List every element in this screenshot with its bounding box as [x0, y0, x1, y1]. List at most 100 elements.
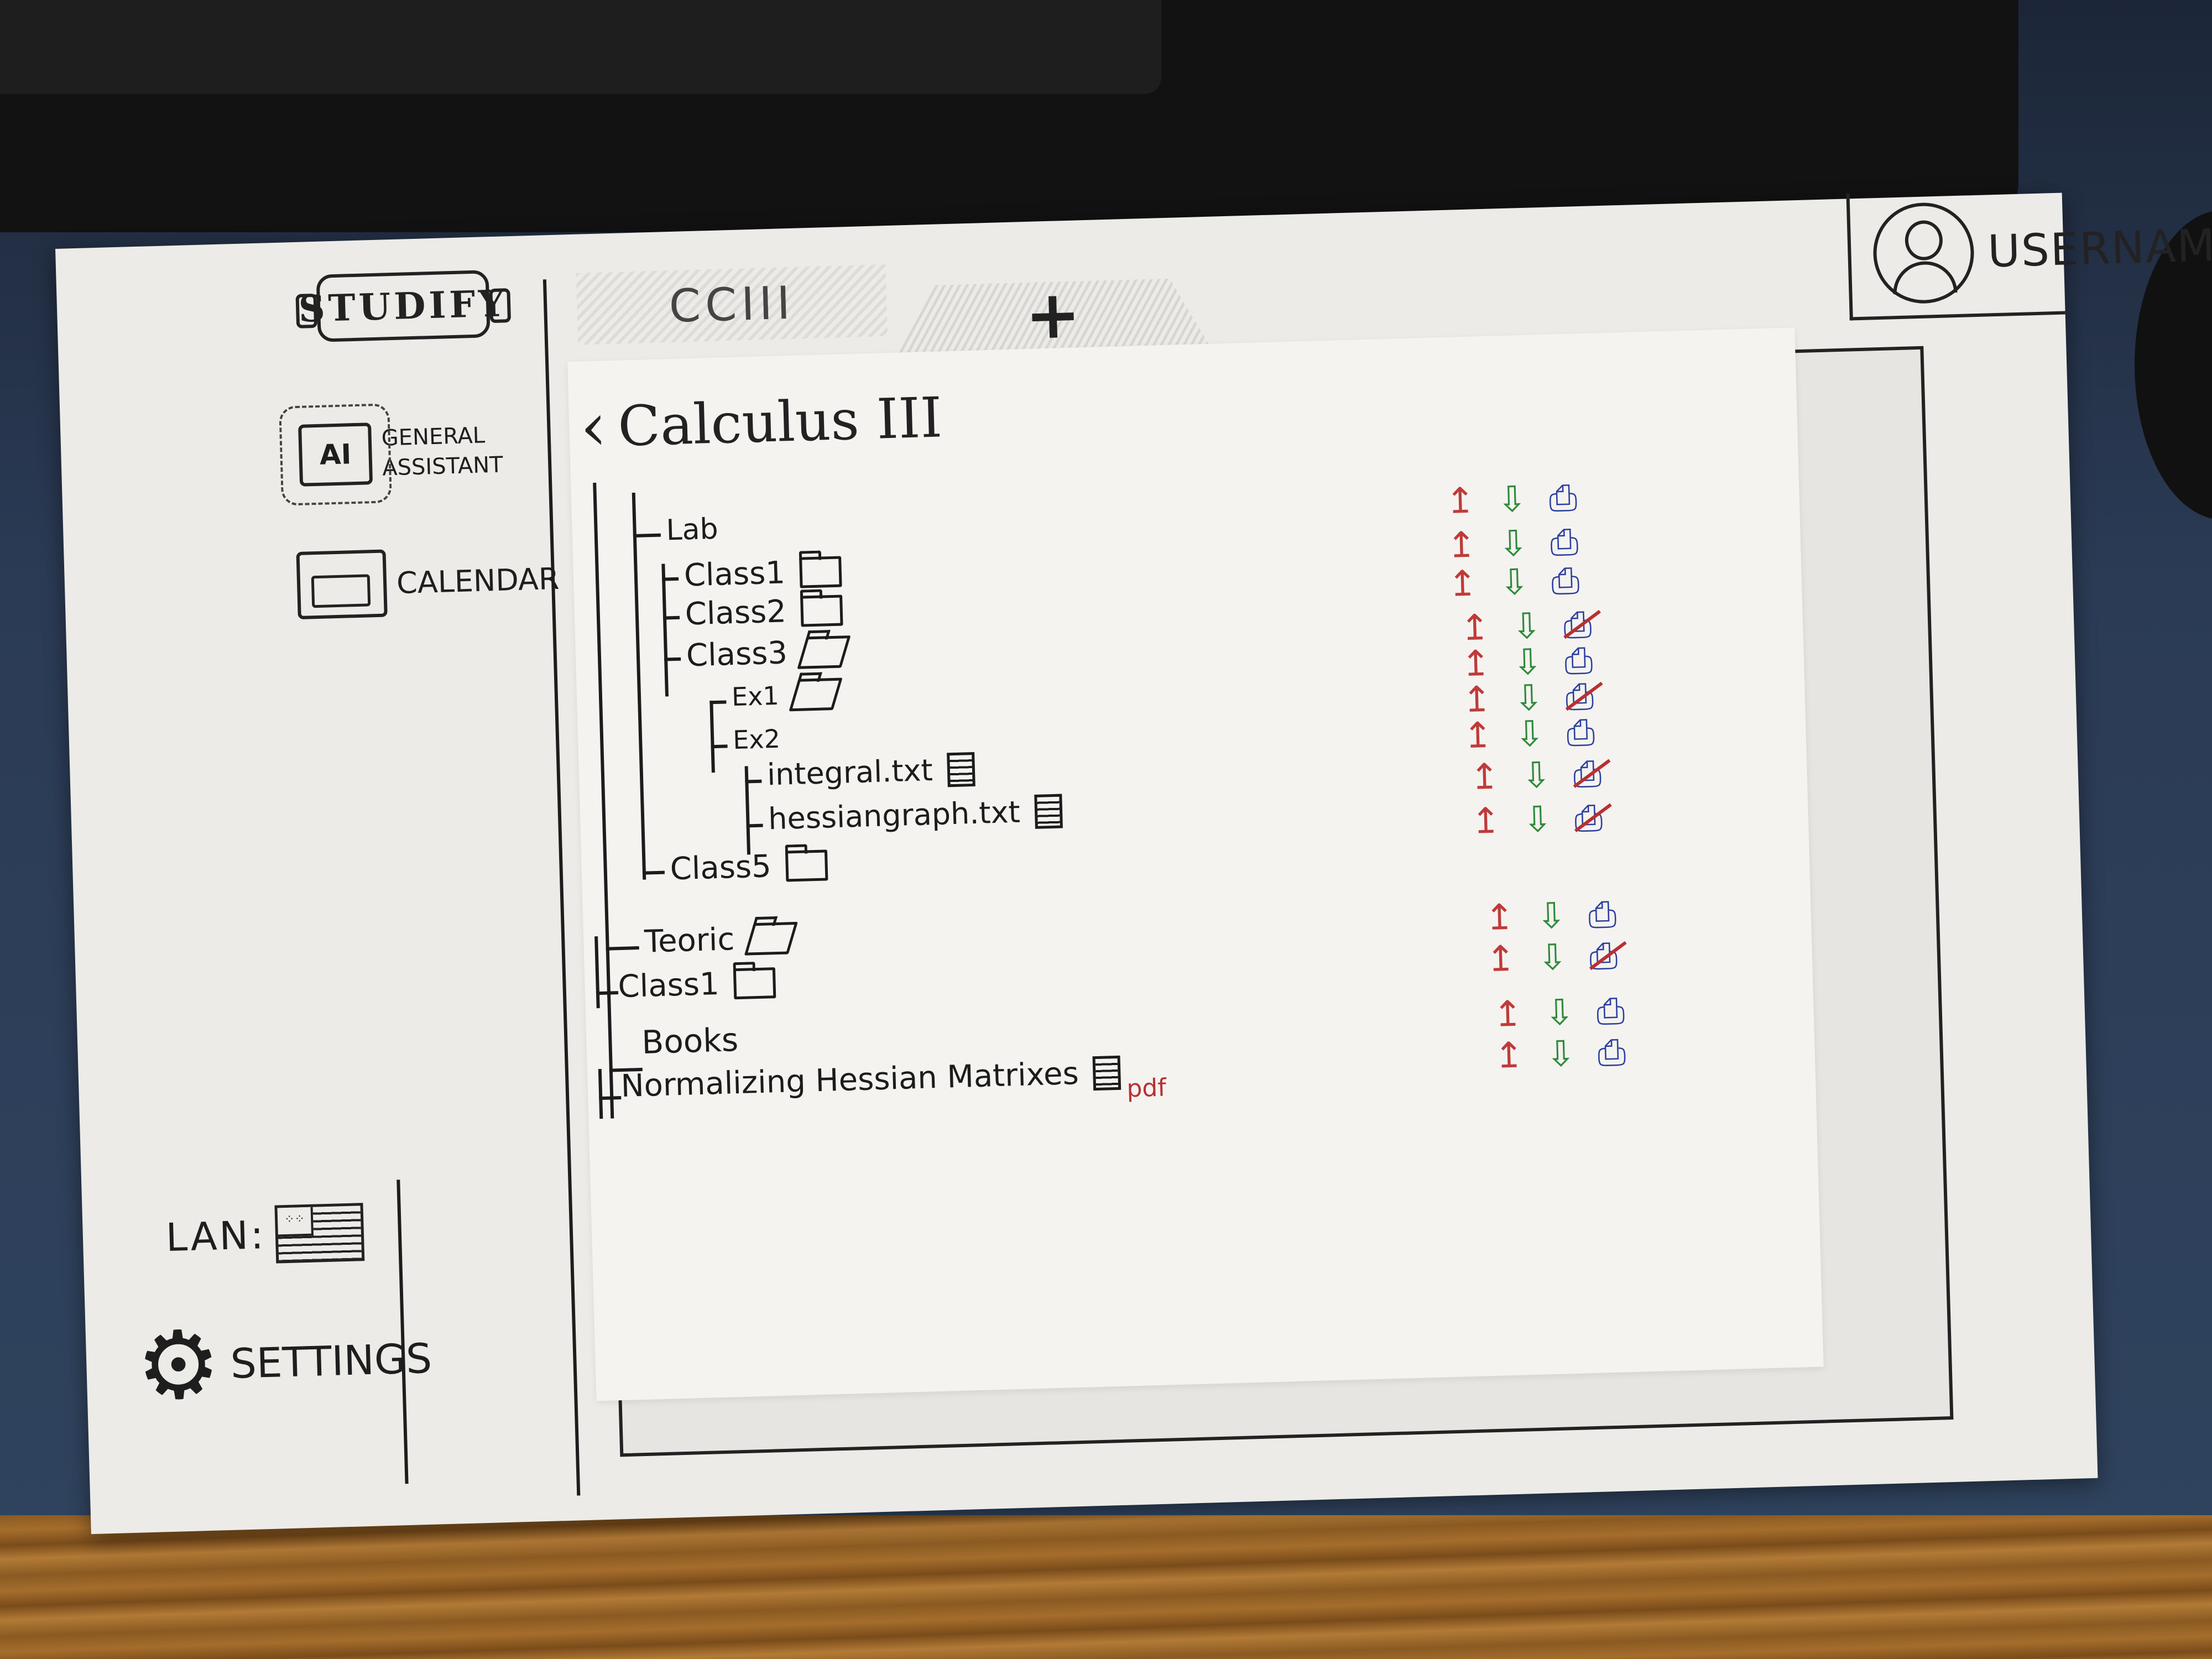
tree-item-label: Ex1 — [731, 680, 780, 712]
tree-folder-lab-class1[interactable]: Class1 — [684, 554, 842, 593]
folder-icon — [800, 594, 843, 627]
upload-icon[interactable]: ↥ — [1494, 1035, 1525, 1076]
upload-icon[interactable]: ↥ — [1462, 679, 1493, 721]
tree-folder-lab[interactable]: Lab — [666, 513, 718, 547]
add-tab-button[interactable]: + — [897, 278, 1208, 353]
download-icon[interactable]: ⇩ — [1544, 992, 1575, 1034]
tree-file-integral[interactable]: integral.txt — [766, 752, 975, 792]
share-icon[interactable]: ⎙ — [1596, 990, 1625, 1032]
tree-folder-ex1[interactable]: Ex1 — [731, 677, 843, 713]
tree-branch — [606, 946, 639, 951]
tree-folder-teoric[interactable]: Teoric — [644, 920, 798, 960]
upload-icon[interactable]: ↥ — [1493, 993, 1524, 1035]
download-icon[interactable]: ⇩ — [1514, 713, 1545, 755]
row-actions: ↥ ⇩ ⎙ — [1494, 1032, 1626, 1077]
share-disabled-icon[interactable]: ⎙ — [1563, 604, 1592, 646]
sidebar-item-general-assistant[interactable]: AI GENERAL ASSISTANT — [298, 419, 503, 487]
username-label: USERNAME — [1987, 218, 2212, 277]
row-actions: ↥ ⇩ ⎙ — [1484, 894, 1617, 939]
tab-cciii[interactable]: CCIII — [576, 264, 888, 345]
tree-branch — [664, 657, 681, 661]
folder-icon — [733, 967, 776, 999]
share-disabled-icon[interactable]: ⎙ — [1574, 797, 1603, 839]
tree-lab-classes-line — [661, 564, 669, 697]
file-extension-tag: pdf — [1126, 1073, 1167, 1103]
tree-item-label: Books — [641, 1021, 739, 1061]
download-icon[interactable]: ⇩ — [1545, 1034, 1576, 1075]
general-assistant-label: GENERAL ASSISTANT — [381, 420, 503, 483]
tree-folder-teoric-class1[interactable]: Class1 — [618, 964, 776, 1005]
tree-file-hessiangraph[interactable]: hessiangraph.txt — [768, 794, 1063, 836]
settings-label: SETTINGS — [229, 1334, 433, 1388]
language-label: LAN: — [165, 1212, 267, 1260]
row-actions: ↥ ⇩ ⎙ — [1469, 753, 1602, 798]
tree-file-book[interactable]: Normalizing Hessian Matrixes pdf — [620, 1053, 1166, 1104]
share-icon[interactable]: ⎙ — [1597, 1032, 1626, 1073]
download-icon[interactable]: ⇩ — [1537, 937, 1568, 978]
tree-item-label: Lab — [665, 512, 719, 547]
row-actions: ↥ ⇩ ⎙ — [1493, 990, 1625, 1035]
download-icon[interactable]: ⇩ — [1522, 799, 1553, 841]
ai-badge-text: AI — [319, 438, 352, 471]
tree-folder-books[interactable]: Books — [641, 1021, 739, 1061]
upload-icon[interactable]: ↥ — [1446, 524, 1477, 566]
tree-branch — [599, 1096, 622, 1100]
tree-class3-line — [709, 701, 715, 773]
tree-folder-lab-class3[interactable]: Class3 — [686, 633, 851, 674]
row-actions: ↥ ⇩ ⎙ — [1446, 521, 1579, 566]
tree-item-label: Normalizing Hessian Matrixes — [620, 1055, 1079, 1105]
share-disabled-icon[interactable]: ⎙ — [1573, 753, 1602, 795]
tree-item-label: Ex2 — [732, 723, 781, 755]
language-selector[interactable]: LAN: — [165, 1203, 365, 1266]
user-profile[interactable]: USERNAME — [1846, 187, 2212, 321]
tree-folder-lab-class5[interactable]: Class5 — [670, 847, 828, 887]
upload-icon[interactable]: ↥ — [1463, 715, 1494, 757]
sidebar-item-settings[interactable]: ⚙ SETTINGS — [135, 1310, 433, 1421]
app-logo[interactable]: STUDIFY — [298, 270, 508, 342]
tree-branch — [745, 779, 762, 784]
download-icon[interactable]: ⇩ — [1513, 677, 1544, 719]
laptop-screen — [0, 0, 1161, 94]
upload-icon[interactable]: ↥ — [1469, 756, 1500, 797]
share-icon[interactable]: ⎙ — [1566, 712, 1595, 754]
download-icon[interactable]: ⇩ — [1536, 895, 1567, 937]
row-actions: ↥ ⇩ ⎙ — [1447, 560, 1580, 605]
back-chevron-icon[interactable]: ‹ — [579, 388, 608, 466]
tree-folder-ex2[interactable]: Ex2 — [733, 724, 781, 755]
tree-lab-line — [632, 492, 646, 880]
share-disabled-icon[interactable]: ⎙ — [1589, 936, 1618, 977]
tree-folder-lab-class2[interactable]: Class2 — [685, 592, 843, 632]
share-disabled-icon[interactable]: ⎙ — [1565, 676, 1594, 718]
download-icon[interactable]: ⇩ — [1496, 479, 1527, 520]
tree-branch — [711, 744, 728, 749]
page-title: Calculus III — [617, 385, 943, 459]
upload-icon[interactable]: ↥ — [1484, 897, 1515, 938]
share-icon[interactable]: ⎙ — [1588, 894, 1617, 936]
upload-icon[interactable]: ↥ — [1445, 481, 1476, 522]
share-icon[interactable]: ⎙ — [1564, 640, 1593, 682]
general-assistant-line2: ASSISTANT — [382, 452, 504, 481]
upload-icon[interactable]: ↥ — [1447, 563, 1478, 604]
row-actions: ↥ ⇩ ⎙ — [1485, 936, 1618, 980]
upload-icon[interactable]: ↥ — [1459, 607, 1490, 649]
tree-teoric-line — [594, 936, 600, 1009]
tree-item-label: Teoric — [644, 921, 735, 960]
content-panel: ‹ Calculus III Lab Class1 Class2 Class3 … — [567, 327, 1824, 1401]
download-icon[interactable]: ⇩ — [1498, 523, 1529, 565]
download-icon[interactable]: ⇩ — [1521, 755, 1552, 796]
upload-icon[interactable]: ↥ — [1460, 643, 1491, 685]
upload-icon[interactable]: ↥ — [1485, 938, 1516, 980]
download-icon[interactable]: ⇩ — [1511, 606, 1542, 647]
row-actions: ↥ ⇩ ⎙ — [1463, 712, 1595, 757]
row-actions: ↥ ⇩ ⎙ — [1470, 797, 1603, 842]
sidebar-item-calendar[interactable]: CALENDAR — [296, 545, 560, 620]
tree-item-label: Class3 — [686, 635, 788, 674]
upload-icon[interactable]: ↥ — [1470, 800, 1501, 842]
share-icon[interactable]: ⎙ — [1548, 477, 1578, 519]
share-icon[interactable]: ⎙ — [1550, 521, 1579, 563]
ai-chip-icon: AI — [298, 422, 373, 487]
download-icon[interactable]: ⇩ — [1499, 562, 1530, 603]
laptop-edge — [0, 0, 2018, 232]
share-icon[interactable]: ⎙ — [1551, 560, 1580, 602]
download-icon[interactable]: ⇩ — [1512, 641, 1543, 683]
